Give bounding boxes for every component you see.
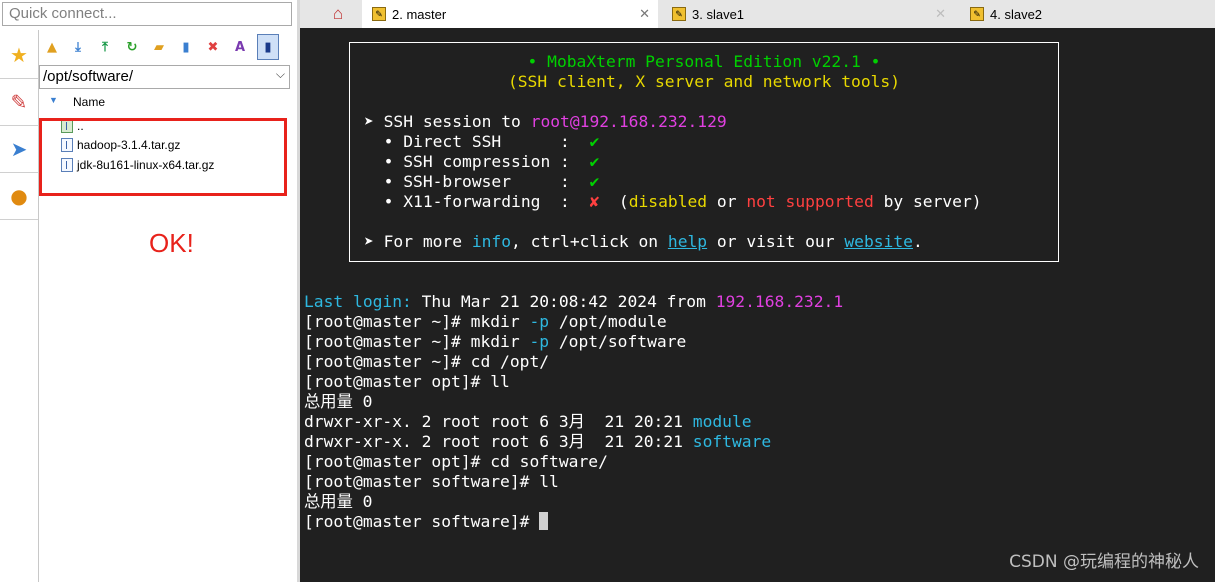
terminal-line: [root@master ~]# mkdir -p /opt/module	[304, 312, 667, 331]
terminal-line: [root@master ~]# cd /opt/	[304, 352, 550, 371]
rename-icon[interactable]: A	[231, 38, 249, 56]
terminal-line: [root@master opt]# ll	[304, 372, 510, 391]
browser-toolbar: ▲ ⤓ ⤒ ↻ ▰ ▮ ✖ A ▮	[39, 32, 297, 62]
tab-bar: ⌂ ✎ 2. master ✕ ✎ 3. slave1 ✕ ✎ 4. slave…	[300, 0, 1215, 28]
close-icon[interactable]: ✕	[639, 6, 650, 22]
session-line: ➤ SSH session to root@192.168.232.129	[364, 112, 727, 131]
terminal-tab-icon: ✎	[672, 7, 686, 21]
terminal-tab-icon: ✎	[970, 7, 984, 21]
feature-row: • SSH-browser : ✔	[364, 172, 600, 191]
new-folder-icon[interactable]: ▰	[150, 38, 168, 56]
upload-icon[interactable]: ⤒	[96, 38, 114, 56]
tab-slave2[interactable]: ✎ 4. slave2	[960, 0, 1215, 28]
path-value: /opt/software/	[43, 68, 134, 85]
ok-annotation: OK!	[149, 228, 194, 258]
sftp-browser: ▲ ⤓ ⤒ ↻ ▰ ▮ ✖ A ▮ /opt/software/ ⌵ ▼ Nam…	[39, 30, 297, 582]
terminal-line: drwxr-xr-x. 2 root root 6 3月 21 20:21 mo…	[304, 412, 752, 431]
feature-row-x11: • X11-forwarding : ✘ (disabled or not su…	[364, 192, 982, 211]
watermark: CSDN @玩编程的神秘人	[1009, 552, 1199, 572]
feature-row: • Direct SSH : ✔	[364, 132, 600, 151]
terminal-line: drwxr-xr-x. 2 root root 6 3月 21 20:21 so…	[304, 432, 772, 451]
quick-connect-input[interactable]: Quick connect...	[2, 2, 292, 26]
sort-arrow-icon: ▼	[49, 95, 58, 105]
path-selector[interactable]: /opt/software/ ⌵	[39, 65, 290, 89]
globe-icon[interactable]: ●	[0, 173, 38, 220]
terminal-tab-icon: ✎	[372, 7, 386, 21]
home-icon: ⌂	[332, 4, 344, 23]
paper-plane-icon[interactable]: ➤	[0, 126, 38, 173]
tab-label: 2. master	[392, 6, 447, 22]
cursor	[539, 512, 549, 530]
download-icon[interactable]: ⤓	[69, 38, 87, 56]
refresh-icon[interactable]: ↻	[123, 38, 141, 56]
terminal-line: [root@master software]# ll	[304, 472, 559, 491]
chevron-down-icon[interactable]: ⌵	[276, 67, 285, 82]
terminal-line: 总用量 0	[304, 492, 373, 511]
follow-terminal-icon[interactable]: ▮	[257, 34, 279, 60]
column-header[interactable]: ▼ Name	[39, 92, 294, 112]
tab-label: 4. slave2	[990, 6, 1043, 22]
close-icon[interactable]: ✕	[935, 6, 946, 22]
help-link[interactable]: help	[668, 232, 707, 251]
website-link[interactable]: website	[844, 232, 913, 251]
tools-icon[interactable]: ✎	[0, 79, 38, 126]
delete-icon[interactable]: ✖	[204, 38, 222, 56]
tab-label: 3. slave1	[692, 6, 745, 22]
banner-subtitle: (SSH client, X server and network tools)	[507, 72, 901, 91]
terminal-line: [root@master opt]# cd software/	[304, 452, 608, 471]
home-tab[interactable]: ⌂	[320, 0, 356, 28]
terminal-prompt[interactable]: [root@master software]#	[304, 512, 549, 532]
tab-master[interactable]: ✎ 2. master ✕	[362, 0, 658, 28]
more-info-line: ➤ For more info, ctrl+click on help or v…	[364, 232, 923, 251]
column-header-name: Name	[73, 95, 106, 109]
terminal-line: 总用量 0	[304, 392, 373, 411]
welcome-banner: • MobaXterm Personal Edition v22.1 • (SS…	[349, 42, 1059, 262]
highlight-box	[39, 118, 287, 196]
terminal-line: Last login: Thu Mar 21 20:08:42 2024 fro…	[304, 292, 844, 311]
terminal[interactable]: • MobaXterm Personal Edition v22.1 • (SS…	[300, 28, 1215, 582]
terminal-line: [root@master ~]# mkdir -p /opt/software	[304, 332, 687, 351]
tab-slave1[interactable]: ✎ 3. slave1 ✕	[662, 0, 954, 28]
banner-title: • MobaXterm Personal Edition v22.1 •	[527, 52, 881, 71]
star-icon[interactable]: ★	[0, 32, 38, 79]
parent-folder-icon[interactable]: ▲	[43, 38, 61, 56]
sidebar-icon-strip: ★ ✎ ➤ ●	[0, 30, 39, 582]
info-link[interactable]: info	[472, 232, 511, 251]
feature-row: • SSH compression : ✔	[364, 152, 600, 171]
new-file-icon[interactable]: ▮	[177, 38, 195, 56]
